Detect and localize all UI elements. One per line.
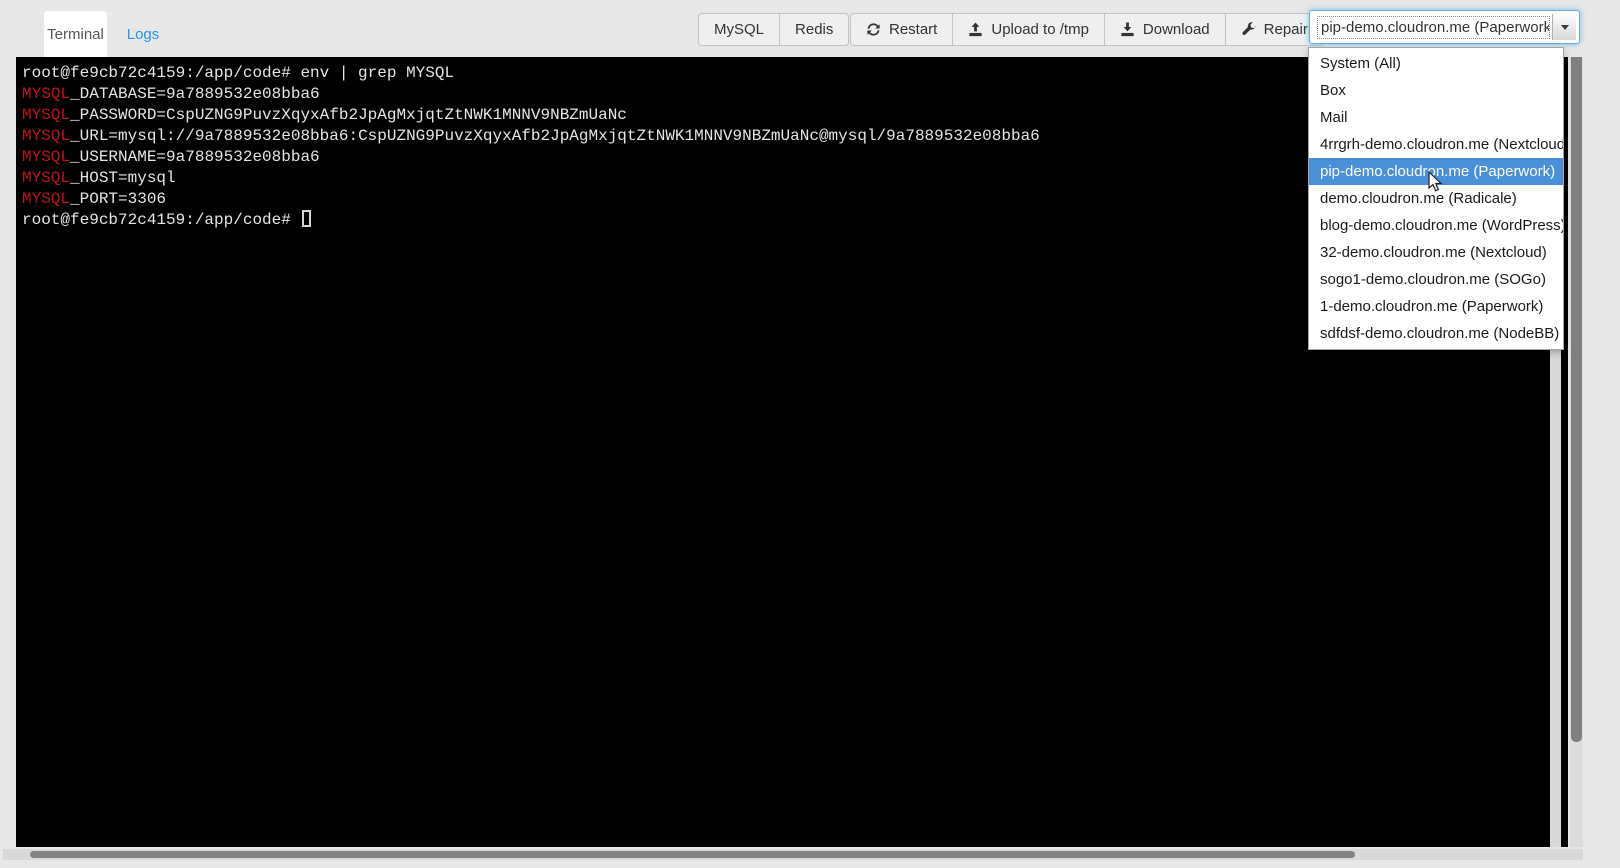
action-button-group: Restart Upload to /tmp Download Repair <box>850 13 1324 46</box>
vertical-scrollbar-track[interactable] <box>1570 57 1583 847</box>
app-option[interactable]: demo.cloudron.me (Radicale) <box>1309 185 1563 212</box>
tab-logs[interactable]: Logs <box>107 11 179 57</box>
restart-icon <box>866 22 881 37</box>
redis-button[interactable]: Redis <box>780 13 849 46</box>
tab-terminal-label: Terminal <box>47 26 104 43</box>
vertical-scrollbar-thumb[interactable] <box>1571 57 1582 742</box>
download-icon <box>1120 22 1135 37</box>
repair-icon <box>1241 22 1256 37</box>
chevron-down-icon <box>1561 25 1569 34</box>
restart-button-label: Restart <box>889 21 937 38</box>
app-selector[interactable]: pip-demo.cloudron.me (Paperwork) <box>1309 10 1580 44</box>
mysql-button-label: MySQL <box>714 21 764 38</box>
repair-button-label: Repair <box>1264 21 1308 38</box>
select-dropdown-button[interactable] <box>1552 14 1576 40</box>
app-option[interactable]: Mail <box>1309 104 1563 131</box>
app-option[interactable]: blog-demo.cloudron.me (WordPress) <box>1309 212 1563 239</box>
restart-button[interactable]: Restart <box>850 13 953 46</box>
app-option[interactable]: System (All) <box>1309 50 1563 77</box>
terminal-cursor <box>302 210 311 227</box>
horizontal-scrollbar-track[interactable] <box>3 849 1583 860</box>
download-button[interactable]: Download <box>1105 13 1226 46</box>
app-selector-popup: System (All)BoxMail4rrgrh-demo.cloudron.… <box>1308 47 1564 350</box>
upload-icon <box>968 22 983 37</box>
upload-button-label: Upload to /tmp <box>991 21 1089 38</box>
app-option[interactable]: pip-demo.cloudron.me (Paperwork) <box>1309 158 1563 185</box>
app-option[interactable]: sogo1-demo.cloudron.me (SOGo) <box>1309 266 1563 293</box>
app-option[interactable]: 1-demo.cloudron.me (Paperwork) <box>1309 293 1563 320</box>
app-option[interactable]: 32-demo.cloudron.me (Nextcloud) <box>1309 239 1563 266</box>
app-option[interactable]: Box <box>1309 77 1563 104</box>
app-option[interactable]: sdfdsf-demo.cloudron.me (NodeBB) <box>1309 320 1563 347</box>
download-button-label: Download <box>1143 21 1210 38</box>
upload-button[interactable]: Upload to /tmp <box>953 13 1105 46</box>
mysql-button[interactable]: MySQL <box>698 13 780 46</box>
app-option[interactable]: 4rrgrh-demo.cloudron.me (Nextcloud) <box>1309 131 1563 158</box>
redis-button-label: Redis <box>795 21 833 38</box>
db-button-group: MySQL Redis <box>698 13 849 46</box>
tab-terminal[interactable]: Terminal <box>44 11 107 57</box>
horizontal-scrollbar-thumb[interactable] <box>30 851 1355 858</box>
tab-logs-label: Logs <box>127 26 160 43</box>
app-selector-value: pip-demo.cloudron.me (Paperwork) <box>1318 17 1549 38</box>
